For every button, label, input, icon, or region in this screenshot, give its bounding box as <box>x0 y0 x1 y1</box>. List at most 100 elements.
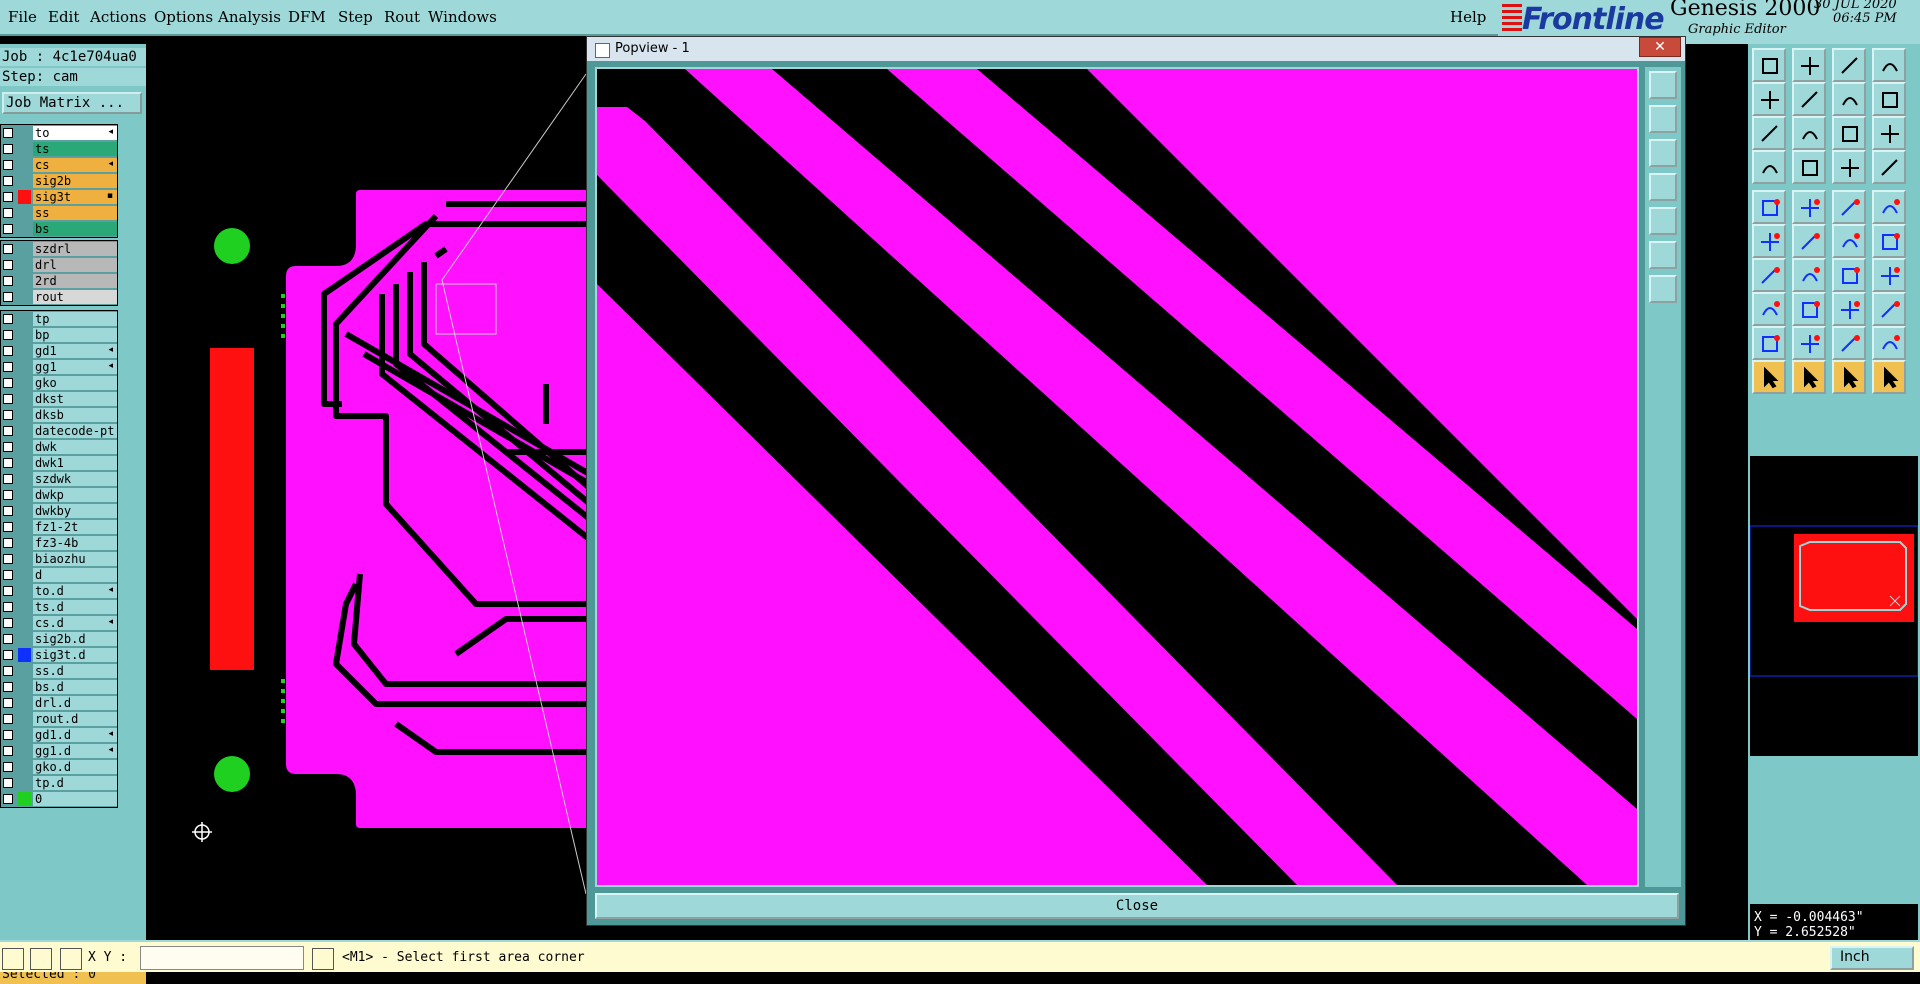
layer-row[interactable]: gg1 ◂ <box>1 359 117 375</box>
layer-checkbox[interactable] <box>3 128 13 138</box>
layer-checkbox[interactable] <box>3 586 13 596</box>
layer-color-swatch[interactable] <box>18 258 31 272</box>
layer-checkbox[interactable] <box>3 698 13 708</box>
layer-row[interactable]: dwk1 <box>1 455 117 471</box>
connect-tool-button[interactable] <box>1752 224 1786 258</box>
info-icon[interactable] <box>312 948 334 970</box>
measure-tool-button[interactable] <box>1752 150 1786 184</box>
layer-color-swatch[interactable] <box>18 142 31 156</box>
menu-actions[interactable]: Actions <box>90 8 146 26</box>
layer-checkbox[interactable] <box>3 426 13 436</box>
layer-row[interactable]: sig3t ▪ <box>1 189 117 205</box>
layer-row[interactable]: dkst <box>1 391 117 407</box>
dot-tool-button[interactable] <box>1872 190 1906 224</box>
layer-row[interactable]: szdrl <box>1 241 117 257</box>
netlist-tool-button[interactable] <box>1872 150 1906 184</box>
peak-tool-button[interactable] <box>1792 326 1826 360</box>
layer-checkbox[interactable] <box>3 192 13 202</box>
layer-color-swatch[interactable] <box>18 392 31 406</box>
layer-checkbox[interactable] <box>3 410 13 420</box>
layer-row[interactable]: to.d ◂ <box>1 583 117 599</box>
layer-checkbox[interactable] <box>3 682 13 692</box>
layer-row[interactable]: d <box>1 567 117 583</box>
line-tool-button[interactable] <box>1832 224 1866 258</box>
probe-tool-button[interactable] <box>1792 150 1826 184</box>
menu-options[interactable]: Options <box>154 8 213 26</box>
layer-checkbox[interactable] <box>3 506 13 516</box>
arrow-right-tool-button[interactable] <box>1792 82 1826 116</box>
layer-color-swatch[interactable] <box>18 290 31 304</box>
measure-icon[interactable] <box>30 948 52 970</box>
layer-checkbox[interactable] <box>3 330 13 340</box>
layer-color-swatch[interactable] <box>18 328 31 342</box>
layer-color-swatch[interactable] <box>18 680 31 694</box>
layer-checkbox[interactable] <box>3 224 13 234</box>
layer-color-swatch[interactable] <box>18 520 31 534</box>
layer-checkbox[interactable] <box>3 314 13 324</box>
layer-checkbox[interactable] <box>3 346 13 356</box>
layer-row[interactable]: bs.d <box>1 679 117 695</box>
layer-row[interactable]: gg1.d ◂ <box>1 743 117 759</box>
layer-checkbox[interactable] <box>3 570 13 580</box>
layer-row[interactable]: tp.d <box>1 775 117 791</box>
layer-checkbox[interactable] <box>3 554 13 564</box>
layer-checkbox[interactable] <box>3 244 13 254</box>
layer-row[interactable]: ss <box>1 205 117 221</box>
slope-tool-button[interactable] <box>1752 258 1786 292</box>
slash-tool-button[interactable] <box>1792 258 1826 292</box>
target-tool-button[interactable] <box>1832 292 1866 326</box>
layer-checkbox[interactable] <box>3 442 13 452</box>
pointer-multi-tool-button[interactable] <box>1872 360 1906 394</box>
pad-tool-button[interactable] <box>1752 190 1786 224</box>
layer-checkbox[interactable] <box>3 730 13 740</box>
layer-row[interactable]: dwk <box>1 439 117 455</box>
layer-color-swatch[interactable] <box>18 440 31 454</box>
layer-color-swatch[interactable] <box>18 274 31 288</box>
layer-color-swatch[interactable] <box>18 616 31 630</box>
layer-row[interactable]: gko <box>1 375 117 391</box>
snap-toggle-icon[interactable] <box>2 948 24 970</box>
move-up-tool-button[interactable] <box>1752 48 1786 82</box>
pointer-add-tool-button[interactable] <box>1792 360 1826 394</box>
layer-row[interactable]: rout <box>1 289 117 305</box>
layer-color-swatch[interactable] <box>18 584 31 598</box>
layer-color-swatch[interactable] <box>18 312 31 326</box>
layer-color-swatch[interactable] <box>18 504 31 518</box>
ruler-tool-button[interactable] <box>1832 190 1866 224</box>
layer-checkbox[interactable] <box>3 746 13 756</box>
layer-color-swatch[interactable] <box>18 222 31 236</box>
layer-color-swatch[interactable] <box>18 728 31 742</box>
menu-step[interactable]: Step <box>338 8 373 26</box>
layer-color-swatch[interactable] <box>18 760 31 774</box>
menu-rout[interactable]: Rout <box>384 8 420 26</box>
menu-windows[interactable]: Windows <box>428 8 497 26</box>
popview-close-button[interactable]: Close <box>595 893 1679 919</box>
layer-color-swatch[interactable] <box>18 126 31 140</box>
menu-analysis[interactable]: Analysis <box>218 8 281 26</box>
layer-checkbox[interactable] <box>3 362 13 372</box>
layer-checkbox[interactable] <box>3 538 13 548</box>
group-tool-button[interactable] <box>1872 292 1906 326</box>
layer-row[interactable]: rout.d <box>1 711 117 727</box>
layer-row[interactable]: fz1-2t <box>1 519 117 535</box>
pointer-box-tool-button[interactable] <box>1832 360 1866 394</box>
layer-color-swatch[interactable] <box>18 408 31 422</box>
layer-checkbox[interactable] <box>3 394 13 404</box>
arch-tool-button[interactable] <box>1832 326 1866 360</box>
layer-checkbox[interactable] <box>3 650 13 660</box>
units-select[interactable]: Inch <box>1830 946 1914 970</box>
popview-zoom-out-button[interactable] <box>1649 139 1677 167</box>
help-tool-button[interactable] <box>1872 116 1906 150</box>
popview-fit-button[interactable] <box>1649 207 1677 235</box>
span-tool-button[interactable] <box>1872 326 1906 360</box>
layer-color-swatch[interactable] <box>18 242 31 256</box>
bar-tool-button[interactable] <box>1792 292 1826 326</box>
layer-checkbox[interactable] <box>3 522 13 532</box>
popview-pan-button[interactable] <box>1649 173 1677 201</box>
angle-tool-button[interactable] <box>1792 190 1826 224</box>
home-tool-button[interactable] <box>1832 48 1866 82</box>
layer-row[interactable]: ts <box>1 141 117 157</box>
layer-checkbox[interactable] <box>3 474 13 484</box>
popview-zoom-box-button[interactable] <box>1649 241 1677 269</box>
menu-file[interactable]: File <box>8 8 37 26</box>
